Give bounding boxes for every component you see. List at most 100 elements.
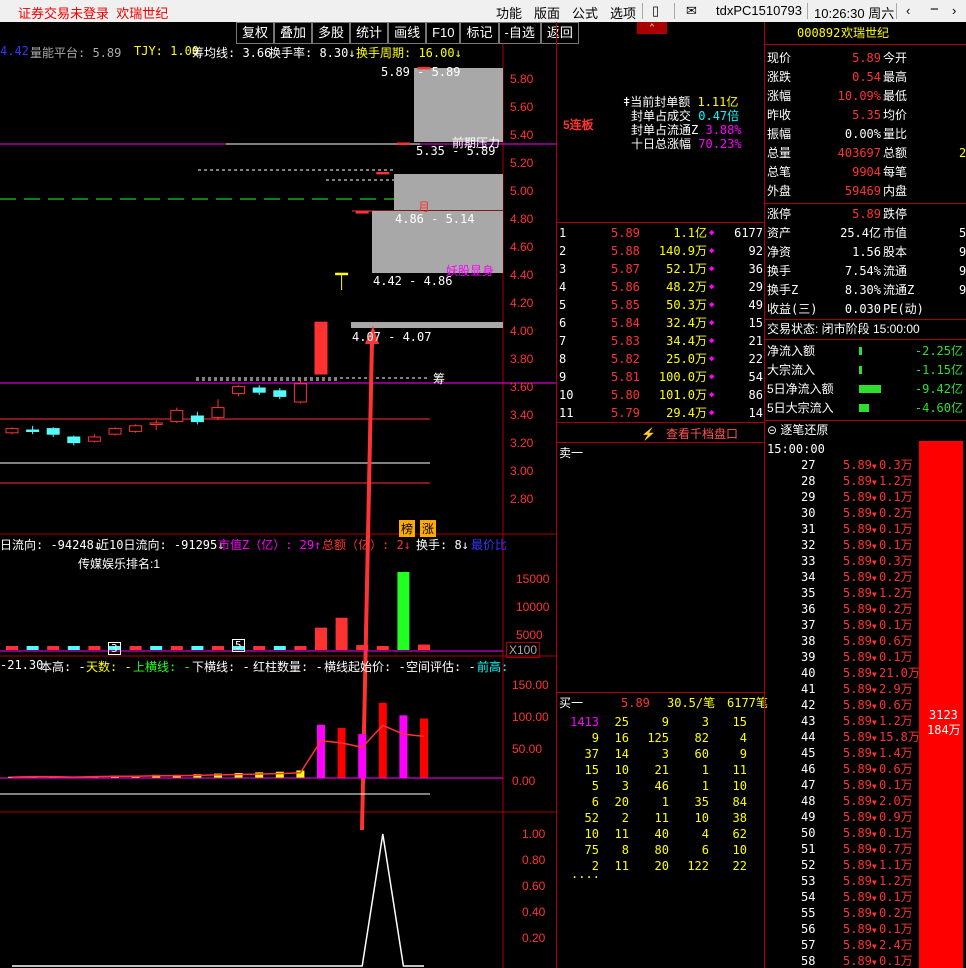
volume-bar	[397, 572, 410, 650]
btn-mark[interactable]: 标记	[460, 22, 499, 44]
price-axis-label: 4.20	[510, 296, 534, 310]
price-axis-label: 4.60	[510, 240, 534, 254]
queue-marker: ◆	[709, 246, 715, 256]
queue-volume: 50.3万	[666, 298, 707, 312]
vol-axis-label: 10000	[516, 600, 550, 614]
volume-bar	[191, 646, 204, 650]
candle-body	[273, 390, 287, 397]
pressure-zone	[351, 322, 503, 328]
kline-chart-area[interactable]: 4.42 量能平台: 5.89 TJY: 1.00 筹均线: 3.66 换手率:…	[0, 22, 556, 968]
candle-body	[335, 272, 349, 276]
price-axis-label: 4.40	[510, 268, 534, 282]
queue-marker: ◆	[709, 408, 715, 418]
quote-value: 10.09%	[837, 89, 881, 103]
candle-body	[5, 428, 19, 434]
big-order-bar	[919, 441, 963, 968]
login-warning[interactable]: 证券交易未登录 欢瑞世纪	[18, 3, 168, 22]
queue-count: 14	[748, 406, 763, 420]
btn-draw-line[interactable]: 画线	[388, 22, 427, 44]
candle-body	[252, 387, 266, 393]
osc-bar	[255, 772, 264, 778]
btn-watchlist[interactable]: -自选	[498, 22, 541, 44]
mail-icon[interactable]: ✉	[686, 3, 697, 19]
price-axis-label: 4.00	[510, 324, 534, 338]
fund-label: 净资	[767, 245, 792, 259]
fund-value2: 9	[959, 283, 966, 297]
depth-link[interactable]: ⚡ 查看千档盘口	[641, 425, 738, 443]
tick-price: 5.89▼	[843, 954, 877, 968]
kline-svg[interactable]	[0, 22, 556, 968]
candle-body	[87, 436, 101, 442]
collapse-arrow-icon[interactable]: ⌃	[637, 22, 667, 34]
volume-bar	[376, 646, 389, 650]
ind-row1-5: 换手周期: 16.00↓	[356, 46, 462, 60]
queue-volume: 29.4万	[666, 406, 707, 420]
candle-body	[293, 383, 307, 403]
volume-bar	[47, 646, 60, 650]
ind-row1-2: TJY: 1.00	[134, 44, 200, 58]
flow-bar	[859, 366, 862, 374]
pressure-zone	[394, 174, 503, 210]
fund-value2: 9	[959, 264, 966, 278]
osc-bar	[358, 734, 367, 778]
title-bar: 证券交易未登录 欢瑞世纪 功能 版面 公式 选项 ▯ ✉ tdxPC151079…	[0, 0, 966, 22]
ind-row2-5: 最价比	[471, 538, 508, 552]
collapse-icon[interactable]: ⊝	[767, 423, 777, 437]
chart-toolbar: 复权 叠加 多股 统计 画线 F10 标记 -自选 返回	[236, 22, 579, 44]
volume-bar	[418, 644, 430, 650]
volume-bar	[315, 627, 327, 650]
menu-formula[interactable]: 公式	[572, 3, 598, 22]
queue-count: 86	[748, 388, 763, 402]
fund-label: 换手	[767, 264, 792, 278]
clipboard-icon[interactable]: ▯	[652, 3, 659, 19]
quote-label2: 最低	[883, 89, 908, 103]
tag-bang: 榜	[399, 520, 416, 537]
menu-function[interactable]: 功能	[496, 3, 522, 22]
btn-statistics[interactable]: 统计	[350, 22, 389, 44]
queue-count: 21	[748, 334, 763, 348]
btn-overlay[interactable]: 叠加	[274, 22, 313, 44]
queue-marker: ◆	[709, 390, 715, 400]
flow-bar	[859, 347, 862, 355]
volume-bar	[129, 646, 142, 650]
queue-volume: 100.0万	[658, 370, 707, 384]
quote-value2: 2	[959, 146, 966, 160]
back-icon[interactable]: ‹	[906, 3, 910, 18]
btn-restore-rights[interactable]: 复权	[236, 22, 275, 44]
sell1-label: 卖一	[559, 446, 584, 460]
tick-title[interactable]: ⊝ 逐笔还原	[767, 421, 828, 439]
quote-label2: 量比	[883, 127, 908, 141]
flow-label: 5日大宗流入	[767, 401, 834, 415]
btn-f10[interactable]: F10	[426, 22, 461, 44]
candle-body	[67, 436, 81, 444]
ind-row1-1: 量能平台: 5.89	[30, 46, 122, 60]
quote-label2: 总额	[883, 146, 908, 160]
menu-options[interactable]: 选项	[610, 3, 636, 22]
menu-layout[interactable]: 版面	[534, 3, 560, 22]
volume-bar	[273, 646, 286, 650]
fund-label2: 股本	[883, 245, 908, 259]
queue-volume: 101.0万	[658, 388, 707, 402]
box-3: 3	[108, 642, 121, 655]
fund-value2: 9	[959, 245, 966, 259]
bottom-axis-label: 0.20	[522, 931, 546, 945]
candle-body	[211, 407, 225, 418]
ind-axis-label: 0.00	[512, 774, 536, 788]
volume-bar	[170, 646, 183, 650]
btn-multi-stock[interactable]: 多股	[312, 22, 351, 44]
ind-row3-4: 下横线: -	[192, 660, 250, 674]
quote-label2: 每笔	[883, 165, 908, 179]
osc-bar	[275, 771, 284, 778]
more-icon[interactable]: ›	[952, 3, 956, 18]
anno-p4: 4.86 - 5.14	[395, 212, 475, 226]
queue-price: 5.81	[611, 370, 640, 384]
buy1-label: 买一	[559, 696, 584, 710]
queue-count: 54	[748, 370, 763, 384]
queue-index: 11	[559, 406, 574, 420]
tick-volume: 0.1万	[879, 954, 913, 968]
ind-axis-label: 50.00	[512, 742, 543, 756]
anno-p8: 4.07 - 4.07	[352, 330, 432, 344]
minimize-icon[interactable]: −	[930, 1, 939, 18]
fund-value: 1.56	[852, 245, 881, 259]
queue-price: 5.82	[611, 352, 640, 366]
